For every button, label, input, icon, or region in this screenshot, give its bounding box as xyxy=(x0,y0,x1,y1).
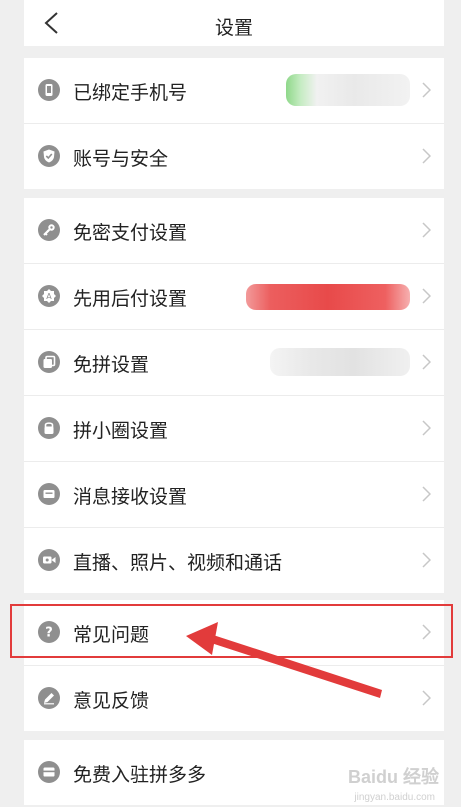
watermark-logo: Baidu 经验 xyxy=(347,767,439,787)
watermark-url: jingyan.baidu.com xyxy=(354,792,435,803)
annotation-arrow xyxy=(186,622,382,698)
settings-page: 设置 已绑定手机号 账号与安全 免密支付设置 A 先用后付设置 免拼设置 拼小圈… xyxy=(0,0,461,807)
